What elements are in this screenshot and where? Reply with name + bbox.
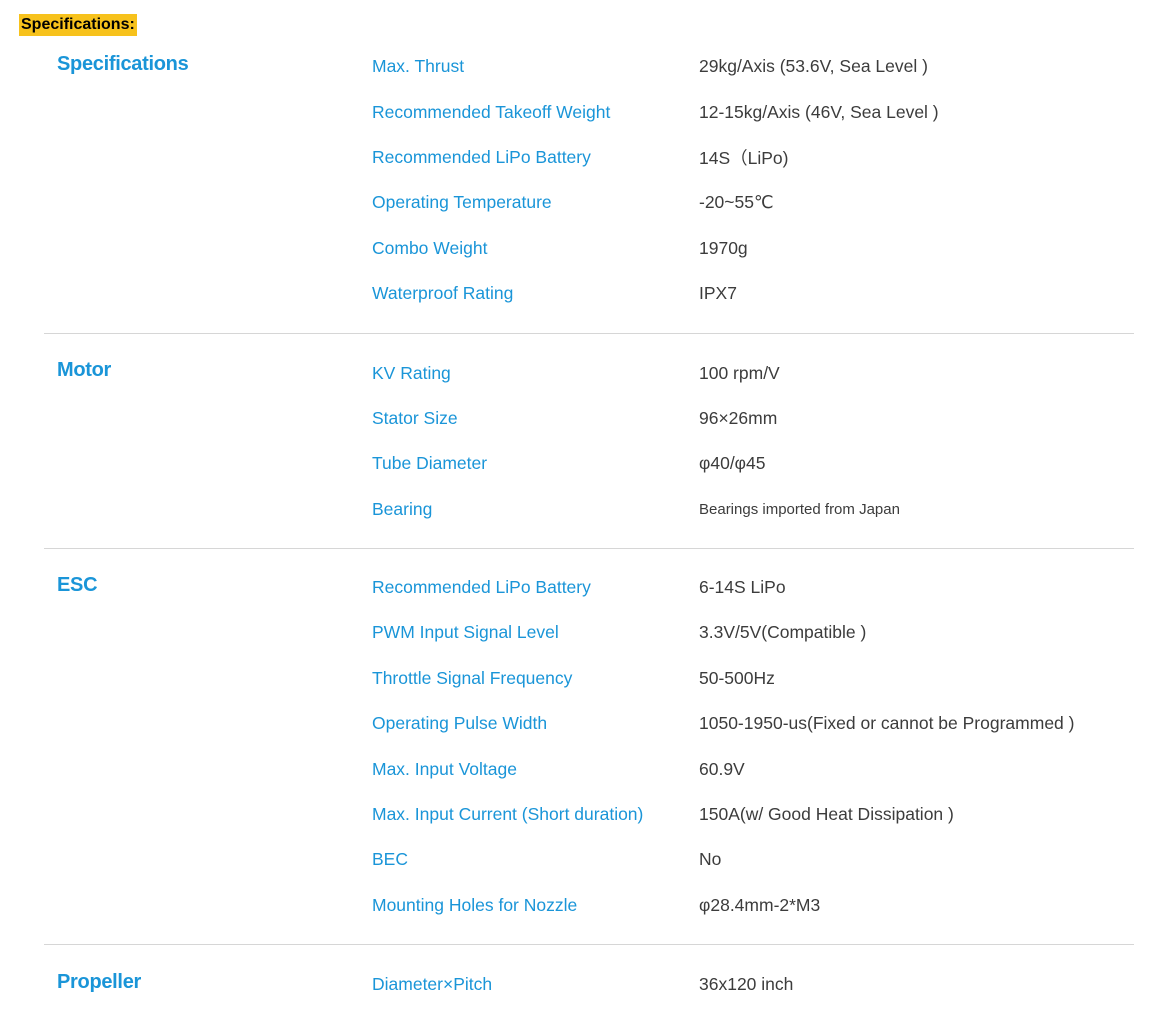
spec-label: Throttle Signal Frequency bbox=[372, 667, 573, 688]
spec-row: Recommended LiPo Battery 14S（LiPo) bbox=[372, 135, 1134, 180]
spec-label: Recommended Takeoff Weight bbox=[372, 101, 611, 122]
spec-label: BEC bbox=[372, 849, 408, 870]
spec-value: 1050-1950-us(Fixed or cannot be Programm… bbox=[699, 713, 1075, 734]
section-propeller: Propeller Diameter×Pitch 36x120 inch bbox=[44, 945, 1134, 1007]
spec-row: Recommended Takeoff Weight 12-15kg/Axis (… bbox=[372, 89, 1134, 134]
section-rows: Recommended LiPo Battery 6-14S LiPo PWM I… bbox=[372, 565, 1134, 928]
spec-row: Diameter×Pitch 36x120 inch bbox=[372, 962, 1134, 1007]
spec-value: 3.3V/5V(Compatible ) bbox=[699, 622, 867, 643]
section-title: Motor bbox=[57, 359, 112, 382]
spec-value: 1970g bbox=[699, 237, 748, 258]
spec-value: 150A(w/ Good Heat Dissipation ) bbox=[699, 804, 954, 825]
spec-label: Max. Input Voltage bbox=[372, 758, 517, 779]
section-specifications: Specifications Max. Thrust 29kg/Axis (53.… bbox=[44, 44, 1134, 335]
spec-label: Waterproof Rating bbox=[372, 283, 514, 304]
spec-value: 36x120 inch bbox=[699, 974, 794, 995]
spec-label: Recommended LiPo Battery bbox=[372, 577, 591, 598]
spec-label: Bearing bbox=[372, 498, 433, 519]
spec-row: Waterproof Rating IPX7 bbox=[372, 271, 1134, 316]
spec-label: Operating Pulse Width bbox=[372, 713, 548, 734]
spec-value: -20~55℃ bbox=[699, 192, 774, 213]
page-header: Specifications: bbox=[19, 14, 137, 36]
spec-value: No bbox=[699, 849, 722, 870]
spec-row: Max. Thrust 29kg/Axis (53.6V, Sea Level ) bbox=[372, 44, 1134, 89]
section-title: ESC bbox=[57, 573, 98, 596]
spec-row: Operating Temperature -20~55℃ bbox=[372, 180, 1134, 225]
spec-value: Bearings imported from Japan bbox=[699, 500, 900, 518]
spec-value: 96×26mm bbox=[699, 407, 778, 428]
spec-row: Max. Input Voltage 60.9V bbox=[372, 746, 1134, 791]
section-esc: ESC Recommended LiPo Battery 6-14S LiPo P… bbox=[44, 549, 1134, 946]
spec-value: 100 rpm/V bbox=[699, 362, 780, 383]
spec-value: 14S（LiPo) bbox=[699, 147, 789, 168]
spec-row: Tube Diameter φ40/φ45 bbox=[372, 441, 1134, 486]
spec-table: Specifications Max. Thrust 29kg/Axis (53.… bbox=[44, 44, 1134, 1007]
spec-label: Diameter×Pitch bbox=[372, 974, 493, 995]
spec-value: φ28.4mm-2*M3 bbox=[699, 894, 821, 915]
spec-row: Bearing Bearings imported from Japan bbox=[372, 487, 1134, 532]
spec-row: Combo Weight 1970g bbox=[372, 226, 1134, 271]
section-motor: Motor KV Rating 100 rpm/V Stator Size 96×2… bbox=[44, 334, 1134, 549]
spec-label: PWM Input Signal Level bbox=[372, 622, 559, 643]
spec-label: Max. Thrust bbox=[372, 56, 465, 77]
section-rows: KV Rating 100 rpm/V Stator Size 96×26mm Tu… bbox=[372, 350, 1134, 532]
spec-value: 60.9V bbox=[699, 758, 745, 779]
section-title: Specifications bbox=[57, 53, 189, 75]
spec-row: BEC No bbox=[372, 837, 1134, 882]
spec-value: 50-500Hz bbox=[699, 667, 775, 688]
spec-row: Stator Size 96×26mm bbox=[372, 396, 1134, 441]
spec-label: Tube Diameter bbox=[372, 453, 488, 474]
spec-row: PWM Input Signal Level 3.3V/5V(Compatible… bbox=[372, 610, 1134, 655]
spec-row: Throttle Signal Frequency 50-500Hz bbox=[372, 656, 1134, 701]
spec-value: 29kg/Axis (53.6V, Sea Level ) bbox=[699, 56, 928, 77]
section-rows: Diameter×Pitch 36x120 inch bbox=[372, 962, 1134, 1007]
spec-label: Max. Input Current (Short duration) bbox=[372, 804, 644, 825]
spec-row: KV Rating 100 rpm/V bbox=[372, 350, 1134, 395]
section-rows: Max. Thrust 29kg/Axis (53.6V, Sea Level )… bbox=[372, 44, 1134, 316]
spec-value: IPX7 bbox=[699, 283, 737, 304]
spec-label: Operating Temperature bbox=[372, 192, 552, 213]
spec-row: Recommended LiPo Battery 6-14S LiPo bbox=[372, 565, 1134, 610]
spec-value: 12-15kg/Axis (46V, Sea Level ) bbox=[699, 101, 939, 122]
spec-value: 6-14S LiPo bbox=[699, 577, 786, 598]
spec-row: Max. Input Current (Short duration) 150A(… bbox=[372, 792, 1134, 837]
spec-label: Mounting Holes for Nozzle bbox=[372, 894, 578, 915]
spec-row: Mounting Holes for Nozzle φ28.4mm-2*M3 bbox=[372, 883, 1134, 928]
section-title: Propeller bbox=[57, 971, 141, 994]
spec-label: Stator Size bbox=[372, 407, 458, 428]
spec-value: φ40/φ45 bbox=[699, 453, 766, 474]
spec-row: Operating Pulse Width 1050-1950-us(Fixed … bbox=[372, 701, 1134, 746]
spec-label: Recommended LiPo Battery bbox=[372, 146, 591, 167]
spec-label: Combo Weight bbox=[372, 237, 488, 258]
spec-label: KV Rating bbox=[372, 362, 451, 383]
